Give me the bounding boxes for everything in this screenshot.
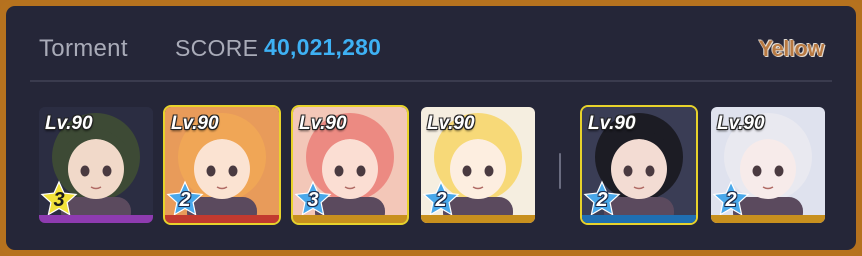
team-record-panel: Torment SCORE 40,021,280 Yellow Lv.90 3 Lv… (6, 6, 856, 250)
striker-card-2[interactable]: Lv.90 2 (163, 105, 281, 225)
star-rank-value: 2 (596, 189, 608, 211)
attack-type-bar (165, 215, 279, 223)
striker-special-separator (559, 153, 561, 189)
star-rank-value: 3 (53, 189, 65, 211)
striker-card-3[interactable]: Lv.90 3 (291, 105, 409, 225)
special-card-2[interactable]: Lv.90 2 (711, 107, 825, 223)
attack-type-bar (582, 215, 696, 223)
team-roster: Lv.90 3 Lv.90 2 Lv.90 3 Lv.90 2 Lv.90 2 Lv.90 2 (6, 105, 856, 227)
record-header: Torment SCORE 40,021,280 Yellow (6, 6, 856, 80)
level-label: Lv.90 (299, 113, 347, 134)
striker-card-4[interactable]: Lv.90 2 (421, 107, 535, 223)
star-rank-value: 2 (179, 189, 191, 211)
attack-type-bar (39, 215, 153, 223)
score-value: 40,021,280 (264, 34, 382, 60)
team-record-frame: Torment SCORE 40,021,280 Yellow Lv.90 3 Lv… (0, 0, 862, 256)
level-label: Lv.90 (45, 113, 93, 134)
star-rank-value: 2 (435, 189, 447, 211)
attack-type-bar (421, 215, 535, 223)
level-label: Lv.90 (588, 113, 636, 134)
level-label: Lv.90 (717, 113, 765, 134)
level-label: Lv.90 (427, 113, 475, 134)
difficulty-label: Torment (39, 35, 128, 62)
attack-type-bar (293, 215, 407, 223)
level-label: Lv.90 (171, 113, 219, 134)
star-rank-value: 2 (725, 189, 737, 211)
attack-type-bar (711, 215, 825, 223)
special-card-1[interactable]: Lv.90 2 (580, 105, 698, 225)
team-name: Yellow (758, 36, 825, 61)
score-label: SCORE (175, 35, 259, 61)
star-rank-value: 3 (307, 189, 319, 211)
striker-card-1[interactable]: Lv.90 3 (39, 107, 153, 223)
header-divider (30, 80, 832, 82)
